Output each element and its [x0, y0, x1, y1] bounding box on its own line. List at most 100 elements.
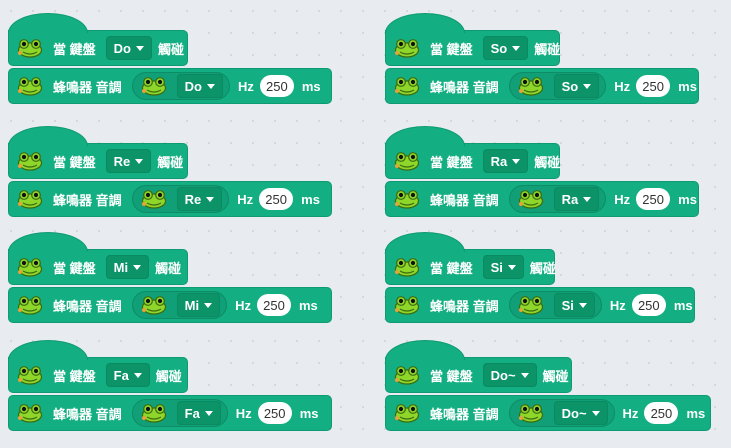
touched-label: 觸碰: [534, 154, 561, 170]
key-dropdown[interactable]: Fa: [105, 363, 150, 387]
when-key-label: 當 鍵盤: [430, 260, 473, 276]
touched-label: 觸碰: [155, 260, 182, 276]
when-key-label: 當 鍵盤: [53, 368, 96, 384]
touched-label: 觸碰: [542, 368, 569, 384]
frog-sprite-icon: [17, 295, 43, 315]
note-value: Do: [184, 78, 202, 94]
duration-input[interactable]: 250: [259, 188, 294, 210]
note-dropdown[interactable]: Si: [553, 293, 595, 317]
when-key-label: 當 鍵盤: [430, 41, 473, 57]
buzzer-label: 蜂鳴器 音調: [53, 406, 122, 422]
duration-input[interactable]: 250: [256, 294, 291, 316]
frog-sprite-icon: [394, 151, 420, 171]
note-reporter[interactable]: Do~: [508, 399, 615, 427]
frog-sprite-icon: [394, 76, 420, 96]
when-key-pressed-block[interactable]: 當 鍵盤 Do~ 觸碰: [385, 340, 572, 393]
when-key-pressed-block[interactable]: 當 鍵盤 Mi 觸碰: [8, 232, 188, 285]
ms-label: ms: [301, 78, 321, 94]
key-dropdown[interactable]: Mi: [105, 255, 150, 279]
note-dropdown[interactable]: So: [553, 74, 600, 98]
buzzer-tone-block[interactable]: 蜂鳴器 音調 Do Hz 250 ms: [8, 68, 332, 104]
key-dropdown[interactable]: Do: [105, 36, 152, 60]
note-reporter[interactable]: So: [508, 72, 607, 100]
note-dropdown[interactable]: Fa: [176, 401, 221, 425]
note-dropdown[interactable]: Ra: [553, 187, 600, 211]
when-key-label: 當 鍵盤: [430, 368, 473, 384]
hz-label: Hz: [614, 191, 631, 207]
note-value: Fa: [184, 405, 200, 421]
touched-label: 觸碰: [157, 41, 184, 57]
frog-sprite-icon: [518, 76, 544, 96]
key-dropdown[interactable]: So: [482, 36, 529, 60]
frog-sprite-icon: [17, 38, 43, 58]
event-stack[interactable]: 當 鍵盤 Fa 觸碰 蜂鳴器 音調 Fa Hz 250 ms: [8, 340, 332, 431]
event-stack[interactable]: 當 鍵盤 Do 觸碰 蜂鳴器 音調 Do Hz 250 ms: [8, 13, 332, 104]
note-dropdown[interactable]: Do: [176, 74, 223, 98]
buzzer-tone-block[interactable]: 蜂鳴器 音調 Ra Hz 250 ms: [385, 181, 699, 217]
note-reporter[interactable]: Re: [131, 185, 230, 213]
when-key-pressed-block[interactable]: 當 鍵盤 Re 觸碰: [8, 126, 188, 179]
hz-label: Hz: [622, 405, 639, 421]
buzzer-tone-block[interactable]: 蜂鳴器 音調 Mi Hz 250 ms: [8, 287, 332, 323]
frog-sprite-icon: [394, 403, 420, 423]
note-reporter[interactable]: Do: [131, 72, 230, 100]
event-stack[interactable]: 當 鍵盤 Re 觸碰 蜂鳴器 音調 Re Hz 250 ms: [8, 126, 332, 217]
event-stack[interactable]: 當 鍵盤 Mi 觸碰 蜂鳴器 音調 Mi Hz 250 ms: [8, 232, 332, 323]
ms-label: ms: [301, 191, 320, 207]
note-dropdown[interactable]: Re: [176, 187, 223, 211]
chevron-down-icon: [133, 264, 142, 270]
chevron-down-icon: [133, 372, 142, 378]
frog-sprite-icon: [518, 295, 544, 315]
ms-label: ms: [298, 297, 318, 313]
when-key-pressed-block[interactable]: 當 鍵盤 Fa 觸碰: [8, 340, 188, 393]
key-value: Re: [113, 153, 131, 169]
duration-input[interactable]: 250: [259, 75, 294, 97]
frog-sprite-icon: [394, 257, 420, 277]
key-value: Mi: [113, 259, 129, 275]
hat-cap: [385, 232, 465, 252]
note-reporter[interactable]: Ra: [508, 185, 607, 213]
duration-input[interactable]: 250: [644, 402, 679, 424]
duration-input[interactable]: 250: [636, 75, 671, 97]
buzzer-tone-block[interactable]: 蜂鳴器 音調 Si Hz 250 ms: [385, 287, 695, 323]
frog-sprite-icon: [17, 189, 43, 209]
frog-sprite-icon: [394, 365, 420, 385]
note-reporter[interactable]: Si: [508, 291, 602, 319]
duration-input[interactable]: 250: [636, 188, 671, 210]
when-key-pressed-block[interactable]: 當 鍵盤 Si 觸碰: [385, 232, 556, 285]
hat-cap: [385, 126, 465, 146]
frog-sprite-icon: [17, 76, 43, 96]
buzzer-tone-block[interactable]: 蜂鳴器 音調 So Hz 250 ms: [385, 68, 699, 104]
chevron-down-icon: [507, 264, 516, 270]
buzzer-tone-block[interactable]: 蜂鳴器 音調 Fa Hz 250 ms: [8, 395, 332, 431]
duration-input[interactable]: 250: [631, 294, 666, 316]
duration-input[interactable]: 250: [257, 402, 292, 424]
when-key-pressed-block[interactable]: 當 鍵盤 Ra 觸碰: [385, 126, 561, 179]
when-key-pressed-block[interactable]: 當 鍵盤 So 觸碰: [385, 13, 560, 66]
note-reporter[interactable]: Mi: [131, 291, 228, 319]
buzzer-tone-block[interactable]: 蜂鳴器 音調 Re Hz 250 ms: [8, 181, 332, 217]
buzzer-label: 蜂鳴器 音調: [430, 406, 499, 422]
chevron-down-icon: [520, 372, 529, 378]
key-dropdown[interactable]: Re: [105, 149, 152, 173]
note-dropdown[interactable]: Mi: [176, 293, 221, 317]
event-stack[interactable]: 當 鍵盤 So 觸碰 蜂鳴器 音調 So Hz 250 ms: [385, 13, 699, 104]
frog-sprite-icon: [394, 295, 420, 315]
note-reporter[interactable]: Fa: [131, 399, 228, 427]
chevron-down-icon: [204, 410, 213, 416]
hat-cap: [8, 340, 88, 360]
event-stack[interactable]: 當 鍵盤 Do~ 觸碰 蜂鳴器 音調 Do~ Hz 250 ms: [385, 340, 711, 431]
key-dropdown[interactable]: Do~: [482, 363, 537, 387]
chevron-down-icon: [583, 83, 592, 89]
note-dropdown[interactable]: Do~: [553, 401, 608, 425]
when-key-pressed-block[interactable]: 當 鍵盤 Do 觸碰: [8, 13, 188, 66]
event-stack[interactable]: 當 鍵盤 Ra 觸碰 蜂鳴器 音調 Ra Hz 250 ms: [385, 126, 699, 217]
chevron-down-icon: [135, 158, 144, 164]
buzzer-tone-block[interactable]: 蜂鳴器 音調 Do~ Hz 250 ms: [385, 395, 711, 431]
key-dropdown[interactable]: Si: [482, 255, 524, 279]
key-dropdown[interactable]: Ra: [482, 149, 529, 173]
frog-sprite-icon: [141, 295, 167, 315]
event-stack[interactable]: 當 鍵盤 Si 觸碰 蜂鳴器 音調 Si Hz 250 ms: [385, 232, 695, 323]
frog-sprite-icon: [17, 257, 43, 277]
frog-sprite-icon: [518, 403, 544, 423]
